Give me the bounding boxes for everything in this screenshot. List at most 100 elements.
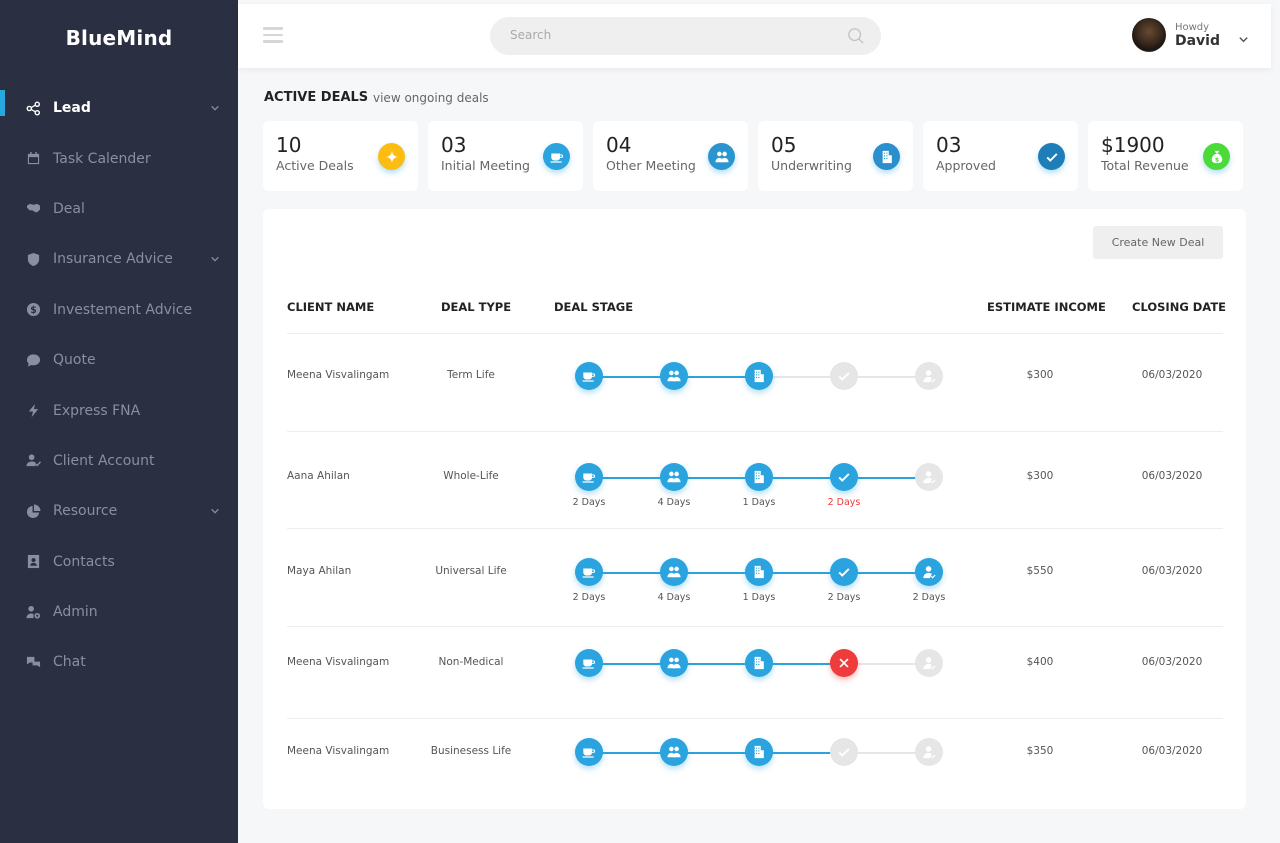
sidebar-item-chat[interactable]: Chat — [0, 637, 238, 687]
stage-duration: 4 Days — [657, 592, 691, 603]
sidebar-item-resource[interactable]: Resource — [0, 486, 238, 536]
building-icon — [873, 143, 900, 170]
stage-node-building-icon[interactable] — [745, 558, 773, 586]
quote-bubble-icon — [25, 352, 41, 368]
deal-stage-tracker: 2 Days 4 Days 1 Days 2 Days 2 Days — [573, 558, 945, 603]
sidebar-item-quote[interactable]: Quote — [0, 335, 238, 385]
deal-type: Whole-Life — [443, 470, 499, 482]
stage-duration: 1 Days — [742, 497, 776, 508]
sidebar-item-label: Lead — [53, 100, 91, 117]
menu-toggle-icon[interactable] — [263, 27, 283, 43]
stat-card-approved[interactable]: 03 Approved — [923, 121, 1078, 191]
sidebar-item-insurance-advice[interactable]: Insurance Advice — [0, 234, 238, 284]
stage-node-building-icon[interactable] — [745, 362, 773, 390]
stage-node-coffee-cup-icon[interactable] — [575, 738, 603, 766]
stage-node-coffee-cup-icon[interactable] — [575, 649, 603, 677]
stage-node-user-approve-icon[interactable] — [915, 649, 943, 677]
stage-node-coffee-cup-icon[interactable] — [575, 558, 603, 586]
sidebar: BlueMind Lead Task Calender Deal Insurance … — [0, 0, 238, 843]
closing-date: 06/03/2020 — [1141, 656, 1203, 668]
sidebar-item-client-account[interactable]: Client Account — [0, 436, 238, 486]
stat-label: Active Deals — [276, 158, 354, 173]
deal-type: Universal Life — [435, 565, 507, 577]
closing-date: 06/03/2020 — [1141, 745, 1203, 757]
sidebar-item-label: Resource — [53, 503, 118, 520]
client-name[interactable]: Meena Visvalingam — [287, 369, 389, 381]
stage-node-users-icon[interactable] — [660, 463, 688, 491]
stage-node-users-icon[interactable] — [660, 558, 688, 586]
column-header-deal-type[interactable]: DEAL TYPE — [441, 300, 511, 314]
column-header-estimate-income[interactable]: ESTIMATE INCOME — [987, 300, 1106, 314]
stat-card-total-revenue[interactable]: $1900 Total Revenue $ — [1088, 121, 1243, 191]
stage-duration: 4 Days — [657, 497, 691, 508]
stage-node-check-icon[interactable] — [830, 738, 858, 766]
chevron-down-icon[interactable] — [1238, 30, 1249, 42]
search-icon[interactable] — [847, 27, 865, 45]
user-menu[interactable]: Howdy David — [1131, 18, 1249, 52]
stage-node-coffee-cup-icon[interactable] — [575, 463, 603, 491]
stage-node-building-icon[interactable] — [745, 649, 773, 677]
stage-node-user-approve-icon[interactable] — [915, 738, 943, 766]
sidebar-item-investement-advice[interactable]: $ Investement Advice — [0, 285, 238, 335]
stat-value: 03 — [441, 133, 467, 157]
sidebar-item-label: Contacts — [53, 553, 115, 570]
page-subtitle[interactable]: view ongoing deals — [373, 91, 489, 105]
header-divider — [287, 333, 1223, 334]
sidebar-item-lead[interactable]: Lead — [0, 83, 238, 133]
sidebar-item-label: Admin — [53, 604, 98, 621]
app-logo[interactable]: BlueMind — [0, 26, 238, 50]
stage-node-building-icon[interactable] — [745, 738, 773, 766]
stat-label: Initial Meeting — [441, 158, 530, 173]
stat-value: 05 — [771, 133, 797, 157]
stage-node-check-icon[interactable] — [830, 362, 858, 390]
stage-node-check-icon[interactable] — [830, 558, 858, 586]
stage-node-user-approve-icon[interactable] — [915, 463, 943, 491]
sidebar-item-admin[interactable]: Admin — [0, 587, 238, 637]
deal-stage-tracker — [575, 649, 945, 679]
chevron-down-icon[interactable] — [210, 252, 220, 262]
sparkle-icon — [378, 143, 405, 170]
sidebar-item-express-fna[interactable]: Express FNA — [0, 385, 238, 435]
user-check-icon — [25, 453, 41, 469]
stat-card-other-meeting[interactable]: 04 Other Meeting — [593, 121, 748, 191]
stage-node-user-approve-icon[interactable] — [915, 362, 943, 390]
stat-card-initial-meeting[interactable]: 03 Initial Meeting — [428, 121, 583, 191]
sidebar-item-label: Client Account — [53, 452, 155, 469]
search-input[interactable] — [510, 28, 830, 42]
column-header-deal-stage[interactable]: DEAL STAGE — [554, 300, 633, 314]
estimate-income: $350 — [1026, 745, 1054, 757]
sidebar-item-label: Insurance Advice — [53, 251, 173, 268]
stat-card-active-deals[interactable]: 10 Active Deals — [263, 121, 418, 191]
sidebar-item-task-calender[interactable]: Task Calender — [0, 133, 238, 183]
client-name[interactable]: Maya Ahilan — [287, 565, 351, 577]
stage-duration: 2 Days — [572, 497, 606, 508]
chevron-down-icon[interactable] — [210, 101, 220, 111]
stage-duration: 1 Days — [742, 592, 776, 603]
stage-node-user-approve-icon[interactable] — [915, 558, 943, 586]
stage-node-close-icon[interactable] — [830, 649, 858, 677]
stage-node-users-icon[interactable] — [660, 738, 688, 766]
closing-date: 06/03/2020 — [1141, 470, 1203, 482]
column-header-client-name[interactable]: CLIENT NAME — [287, 300, 374, 314]
client-name[interactable]: Meena Visvalingam — [287, 656, 389, 668]
avatar[interactable] — [1131, 18, 1166, 52]
deals-table-card: Create New Deal CLIENT NAME DEAL TYPE DE… — [263, 209, 1246, 809]
stage-node-building-icon[interactable] — [745, 463, 773, 491]
client-name[interactable]: Meena Visvalingam — [287, 745, 389, 757]
stage-node-check-icon[interactable] — [830, 463, 858, 491]
sidebar-item-contacts[interactable]: Contacts — [0, 537, 238, 587]
create-new-deal-button[interactable]: Create New Deal — [1093, 226, 1223, 259]
users-icon — [708, 143, 735, 170]
column-header-closing-date[interactable]: CLOSING DATE — [1132, 300, 1226, 314]
row-divider — [287, 528, 1223, 529]
svg-text:$: $ — [1214, 156, 1218, 163]
sidebar-item-deal[interactable]: Deal — [0, 184, 238, 234]
stage-node-users-icon[interactable] — [660, 649, 688, 677]
stage-duration: 2 Days — [912, 592, 946, 603]
stat-card-underwriting[interactable]: 05 Underwriting — [758, 121, 913, 191]
client-name[interactable]: Aana Ahilan — [287, 470, 350, 482]
chevron-down-icon[interactable] — [210, 504, 220, 514]
stage-node-coffee-cup-icon[interactable] — [575, 362, 603, 390]
stage-node-users-icon[interactable] — [660, 362, 688, 390]
stat-value: 10 — [276, 133, 302, 157]
